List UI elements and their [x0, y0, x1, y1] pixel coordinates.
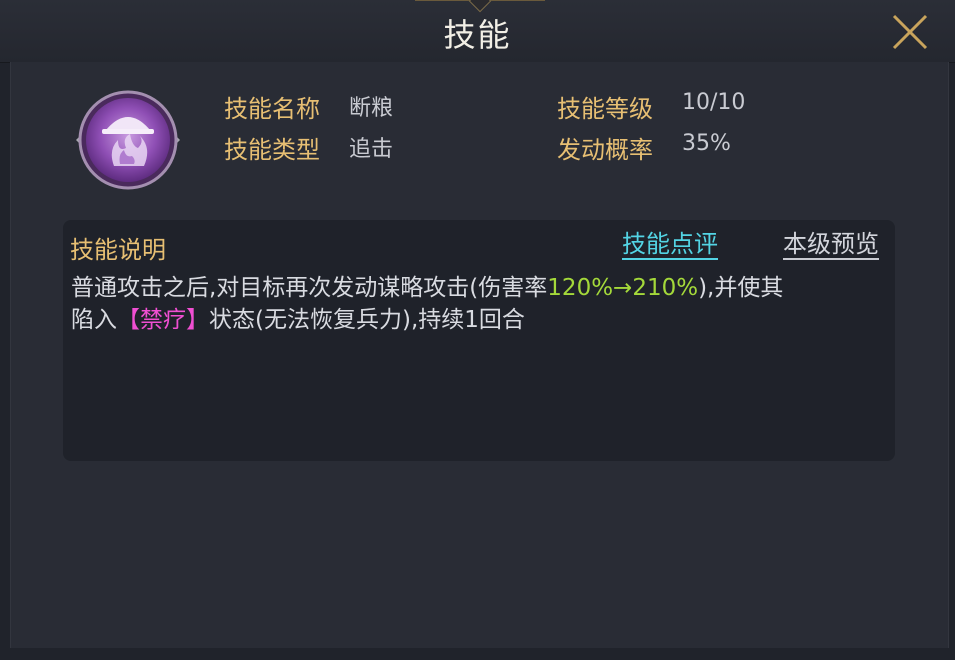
skill-review-link[interactable]: 技能点评: [622, 230, 718, 260]
skill-level-label: 技能等级: [557, 95, 653, 123]
skill-level-value: 10/10: [682, 90, 746, 115]
skill-type-value: 追击: [349, 137, 394, 162]
description-line1-prefix: 普通攻击之后,对目标再次发动谋略攻击(伤害率: [71, 275, 548, 301]
close-button[interactable]: [890, 12, 930, 52]
status-effect-highlight: 【禁疗】: [117, 307, 209, 333]
description-line2-prefix: 陷入: [71, 307, 117, 333]
purple-flame-skill-icon: [74, 88, 182, 192]
level-preview-link[interactable]: 本级预览: [783, 230, 879, 260]
description-box: [63, 220, 895, 461]
description-line2-suffix: 状态(无法恢复兵力),持续1回合: [209, 307, 525, 333]
close-icon[interactable]: [890, 12, 930, 52]
skill-type-label: 技能类型: [224, 136, 320, 164]
description-text: 普通攻击之后,对目标再次发动谋略攻击(伤害率120%→210%),并使其陷入【禁…: [71, 272, 881, 336]
skill-name-label: 技能名称: [224, 95, 320, 123]
description-line1-suffix: ),并使其: [698, 275, 784, 301]
title-bar: 技能: [0, 0, 955, 63]
skill-name-value: 断粮: [349, 96, 394, 121]
window-title: 技能: [443, 16, 512, 54]
description-title: 技能说明: [70, 236, 166, 264]
damage-rate-highlight: 120%→210%: [547, 275, 699, 301]
trigger-rate-value: 35%: [682, 131, 731, 156]
trigger-rate-label: 发动概率: [557, 136, 653, 164]
